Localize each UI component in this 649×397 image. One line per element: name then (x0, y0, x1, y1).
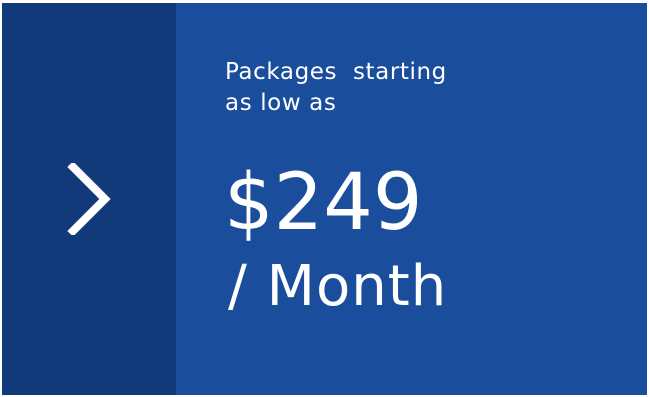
tagline-line-2: as low as (225, 90, 337, 116)
pricing-card: Packages starting as low as $249 / Month (2, 3, 647, 395)
next-button[interactable] (2, 3, 176, 395)
price-period: / Month (228, 254, 448, 319)
price-panel: Packages starting as low as $249 / Month (176, 3, 647, 395)
tagline-line-1: Packages starting (225, 59, 447, 85)
chevron-right-icon (67, 163, 111, 235)
tagline: Packages starting as low as (225, 57, 525, 119)
price-amount: $249 (224, 158, 423, 248)
